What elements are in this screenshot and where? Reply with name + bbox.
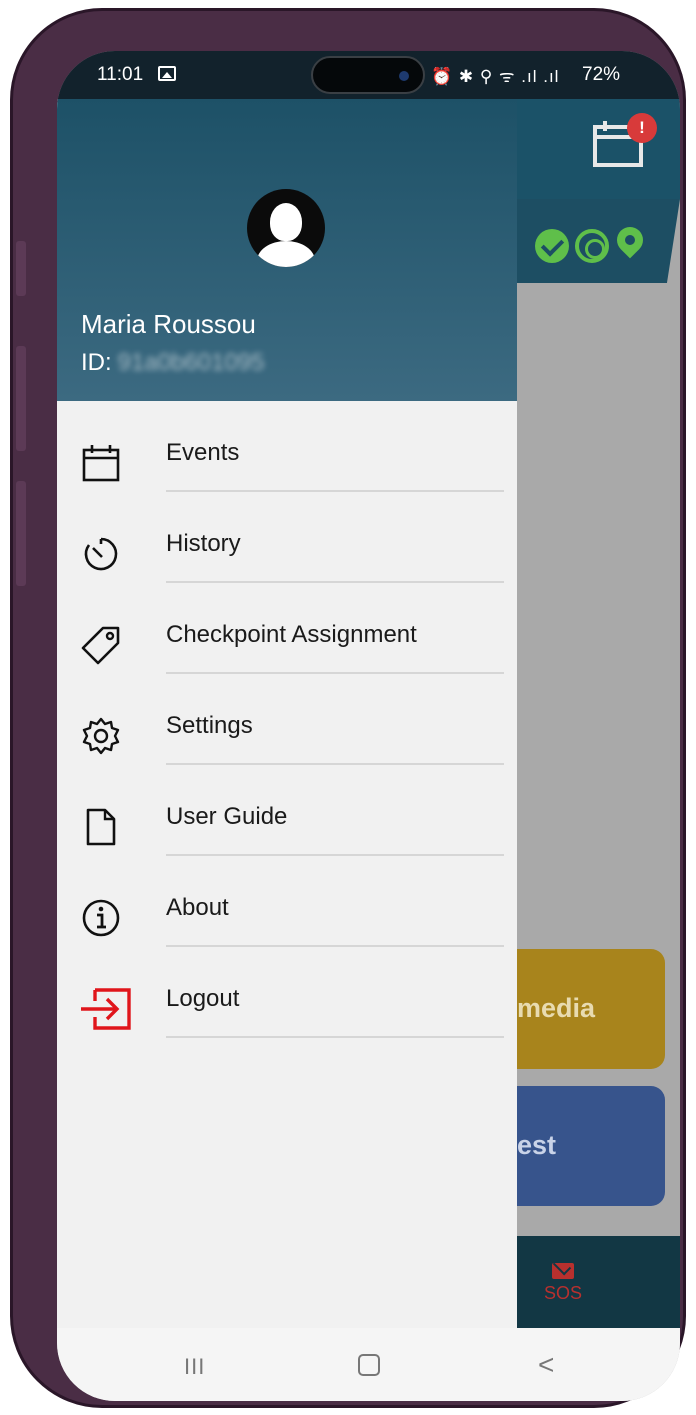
menu-label-about: About bbox=[166, 894, 229, 921]
user-name: Maria Roussou bbox=[81, 309, 256, 339]
drawer-header: Maria Roussou ID: 91a0b601095 bbox=[57, 99, 517, 401]
alert-badge: ! bbox=[627, 113, 657, 143]
volume-up-button bbox=[16, 346, 26, 451]
avatar-head bbox=[270, 203, 302, 241]
back-button[interactable]: < bbox=[538, 1349, 554, 1381]
drawer-menu: Events History Checkpoint Assignment Set… bbox=[57, 417, 517, 1054]
menu-label-logout: Logout bbox=[166, 985, 240, 1012]
menu-label-checkpoint-assignment: Checkpoint Assignment bbox=[166, 621, 417, 648]
battery-level: 72% bbox=[582, 64, 621, 85]
menu-item-user-guide[interactable]: User Guide bbox=[57, 781, 517, 872]
camera-cutout bbox=[311, 56, 425, 94]
menu-label-user-guide: User Guide bbox=[166, 803, 288, 830]
home-button[interactable] bbox=[358, 1354, 380, 1376]
info-icon bbox=[82, 899, 120, 937]
screen: 11:01 ⏰ ✱ ⚲ ᯤ .ıl .ıl 72% ! media est SO… bbox=[57, 51, 680, 1401]
check-status-icon bbox=[535, 229, 569, 263]
timer-icon bbox=[84, 537, 118, 571]
media-button-label: media bbox=[517, 993, 596, 1023]
camera-lens bbox=[399, 71, 409, 81]
user-id-value: 91a0b601095 bbox=[117, 349, 265, 376]
request-button-label: est bbox=[517, 1130, 557, 1160]
avatar-body bbox=[257, 241, 315, 267]
status-time: 11:01 bbox=[97, 64, 144, 85]
gear-icon bbox=[82, 717, 120, 755]
user-id: ID: 91a0b601095 bbox=[81, 349, 265, 377]
sos-label[interactable]: SOS bbox=[544, 1283, 582, 1304]
menu-item-checkpoint-assignment[interactable]: Checkpoint Assignment bbox=[57, 599, 517, 690]
status-bar: 11:01 ⏰ ✱ ⚲ ᯤ .ıl .ıl 72% bbox=[57, 51, 680, 99]
menu-divider bbox=[166, 490, 504, 492]
menu-item-history[interactable]: History bbox=[57, 508, 517, 599]
avatar bbox=[247, 189, 325, 267]
menu-label-history: History bbox=[166, 530, 241, 557]
menu-divider bbox=[166, 945, 504, 947]
user-id-label: ID: bbox=[81, 349, 112, 376]
menu-divider bbox=[166, 581, 504, 583]
recent-apps-button[interactable]: III bbox=[184, 1354, 205, 1380]
sos-mail-icon[interactable] bbox=[552, 1263, 574, 1279]
volume-down-button bbox=[16, 481, 26, 586]
menu-item-logout[interactable]: Logout bbox=[57, 963, 517, 1054]
menu-item-about[interactable]: About bbox=[57, 872, 517, 963]
menu-divider bbox=[166, 763, 504, 765]
status-icons: ⏰ ✱ ⚲ ᯤ .ıl .ıl bbox=[431, 67, 560, 86]
menu-divider bbox=[166, 672, 504, 674]
logout-icon bbox=[81, 988, 131, 1030]
calendar-icon bbox=[82, 445, 120, 482]
side-button bbox=[16, 241, 26, 296]
menu-label-events: Events bbox=[166, 439, 240, 466]
navigation-drawer: Maria Roussou ID: 91a0b601095 Events His… bbox=[57, 99, 517, 1328]
menu-divider bbox=[166, 854, 504, 856]
document-icon bbox=[86, 808, 116, 846]
tag-icon bbox=[81, 626, 120, 665]
menu-label-settings: Settings bbox=[166, 712, 253, 739]
menu-item-settings[interactable]: Settings bbox=[57, 690, 517, 781]
signal-status-icon bbox=[575, 229, 609, 263]
menu-divider bbox=[166, 1036, 504, 1038]
phone-frame: 11:01 ⏰ ✱ ⚲ ᯤ .ıl .ıl 72% ! media est SO… bbox=[10, 8, 686, 1408]
menu-item-events[interactable]: Events bbox=[57, 417, 517, 508]
image-notification-icon bbox=[158, 66, 176, 81]
